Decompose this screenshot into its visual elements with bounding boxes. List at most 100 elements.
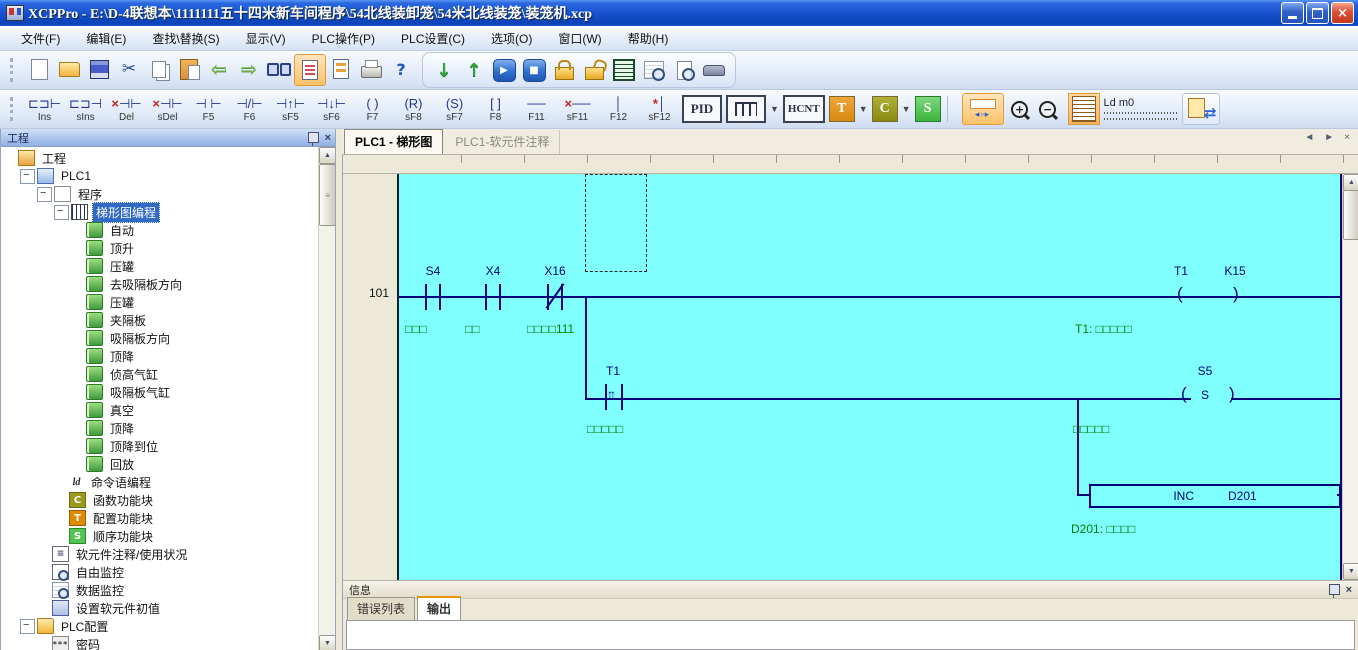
copy-icon[interactable]: [144, 54, 174, 84]
coil-s5-set[interactable]: (: [1181, 381, 1187, 407]
expand-toggle[interactable]: [20, 169, 35, 184]
tree-item[interactable]: 工程: [1, 149, 319, 167]
tree-item[interactable]: T 配置功能块: [1, 509, 319, 527]
tree-item[interactable]: 顶升: [1, 239, 319, 257]
maximize-button[interactable]: [1306, 2, 1329, 24]
instruction-fkey-button[interactable]: ⊣/⊢ F6: [229, 92, 270, 126]
scroll-thumb[interactable]: ≡: [319, 164, 335, 226]
counter-instruction-button[interactable]: C: [872, 96, 898, 122]
tree-item[interactable]: 自由监控: [1, 563, 319, 581]
instruction-fkey-button[interactable]: ×── sF11: [557, 92, 598, 126]
menu-item[interactable]: PLC设置(C): [388, 27, 478, 50]
tab-close-icon[interactable]: ×: [1344, 132, 1350, 143]
minimize-button[interactable]: [1281, 2, 1304, 24]
comment-display-button[interactable]: Ld m0: [1104, 94, 1178, 124]
menu-item[interactable]: 窗口(W): [545, 27, 614, 50]
editor-tab[interactable]: PLC1 - 梯形图: [344, 129, 443, 154]
scroll-down-icon[interactable]: ▼: [319, 635, 335, 650]
instruction-fkey-button[interactable]: ( ) F7: [352, 92, 393, 126]
scroll-up-icon[interactable]: ▲: [1343, 174, 1358, 191]
ladder-view-icon[interactable]: [294, 54, 326, 86]
tree-item[interactable]: 夹隔板: [1, 311, 319, 329]
menu-item[interactable]: 选项(O): [478, 27, 545, 50]
instruction-fkey-button[interactable]: *│ sF12: [639, 92, 680, 126]
hcnt-instruction-button[interactable]: HCNT: [783, 95, 825, 123]
upload-from-plc-icon[interactable]: ↑: [459, 55, 489, 85]
tree-item[interactable]: 压罐: [1, 257, 319, 275]
zoom-out-button[interactable]: −: [1034, 95, 1062, 123]
menu-item[interactable]: 帮助(H): [615, 27, 682, 50]
back-icon[interactable]: ⇦: [204, 54, 234, 84]
tree-item[interactable]: 顶降: [1, 419, 319, 437]
instruction-list-view-icon[interactable]: [326, 54, 356, 84]
pin-icon[interactable]: [308, 132, 319, 143]
menu-item[interactable]: 显示(V): [233, 27, 299, 50]
menu-item[interactable]: PLC操作(P): [299, 27, 388, 50]
dropdown-arrow-icon[interactable]: ▼: [770, 104, 779, 114]
forward-icon[interactable]: ⇨: [234, 54, 264, 84]
convert-view-button[interactable]: ⇄: [1182, 93, 1220, 125]
lock-icon[interactable]: [549, 55, 579, 85]
pulse-instruction-button[interactable]: [726, 95, 766, 123]
instruction-fkey-button[interactable]: ×⊣⊢ Del: [106, 92, 147, 126]
contact-s4[interactable]: [425, 284, 427, 310]
pin-icon[interactable]: [1329, 584, 1340, 595]
scroll-down-icon[interactable]: ▼: [1343, 563, 1358, 580]
tree-item[interactable]: S 顺序功能块: [1, 527, 319, 545]
instruction-fkey-button[interactable]: ── F11: [516, 92, 557, 126]
instruction-fkey-button[interactable]: ⊏⊐⊢ Ins: [24, 92, 65, 126]
edit-cursor[interactable]: [585, 174, 647, 272]
contact-x4[interactable]: [485, 284, 487, 310]
coil-t1[interactable]: (: [1177, 281, 1183, 307]
unlock-icon[interactable]: [579, 55, 609, 85]
toolbar-drag-handle[interactable]: [10, 58, 16, 82]
instruction-fkey-button[interactable]: ⊣↑⊢ sF5: [270, 92, 311, 126]
scroll-up-icon[interactable]: ▲: [319, 147, 335, 164]
menu-item[interactable]: 查找\替换(S): [139, 27, 232, 50]
tab-next-icon[interactable]: ►: [1324, 132, 1334, 143]
tree-item[interactable]: 吸隔板气缸: [1, 383, 319, 401]
tree-item[interactable]: PLC1: [1, 167, 319, 185]
dropdown-arrow-icon[interactable]: ▼: [859, 104, 868, 114]
stop-plc-icon[interactable]: ■: [519, 55, 549, 85]
free-monitor-icon[interactable]: [669, 55, 699, 85]
scroll-thumb[interactable]: [1343, 190, 1358, 240]
tree-item[interactable]: 梯形图编程: [1, 203, 319, 221]
ladder-overview-button[interactable]: [1068, 93, 1100, 125]
zoom-in-button[interactable]: +: [1006, 95, 1034, 123]
tree-item[interactable]: *** 密码: [1, 635, 319, 650]
tree-scrollbar[interactable]: ▲ ≡ ▼: [318, 147, 335, 650]
cut-icon[interactable]: ✂: [114, 54, 144, 84]
instruction-fkey-button[interactable]: (S) sF7: [434, 92, 475, 126]
tree-item[interactable]: 回放: [1, 455, 319, 473]
instruction-fkey-button[interactable]: │ F12: [598, 92, 639, 126]
tree-item[interactable]: ld 命令语编程: [1, 473, 319, 491]
tree-item[interactable]: 程序: [1, 185, 319, 203]
info-tab[interactable]: 输出: [417, 596, 461, 620]
expand-toggle[interactable]: [37, 187, 52, 202]
tree-item[interactable]: 设置软元件初值: [1, 599, 319, 617]
instruction-fkey-button[interactable]: [ ] F8: [475, 92, 516, 126]
pid-instruction-button[interactable]: PID: [682, 95, 722, 123]
ladder-monitor-icon[interactable]: [609, 55, 639, 85]
print-icon[interactable]: [356, 54, 386, 84]
data-monitor-icon[interactable]: [639, 55, 669, 85]
dropdown-arrow-icon[interactable]: ▼: [902, 104, 911, 114]
tree-item[interactable]: 顶降: [1, 347, 319, 365]
menu-item[interactable]: 编辑(E): [73, 27, 139, 50]
tree-item[interactable]: 真空: [1, 401, 319, 419]
expand-toggle[interactable]: [20, 619, 35, 634]
ladder-canvas[interactable]: S4 X4 X16 T1 K15: [399, 174, 1342, 580]
pan-tool-button[interactable]: ◂▫▸: [962, 93, 1004, 125]
timer-instruction-button[interactable]: T: [829, 96, 855, 122]
download-to-plc-icon[interactable]: ↓: [429, 55, 459, 85]
panel-close-icon[interactable]: ×: [325, 132, 331, 144]
open-file-icon[interactable]: [54, 54, 84, 84]
find-icon[interactable]: [264, 54, 294, 84]
tree-item[interactable]: PLC配置: [1, 617, 319, 635]
tree-item[interactable]: 数据监控: [1, 581, 319, 599]
tree-item[interactable]: 去吸隔板方向: [1, 275, 319, 293]
run-plc-icon[interactable]: ▶: [489, 55, 519, 85]
tree-item[interactable]: 侦高气缸: [1, 365, 319, 383]
tree-item[interactable]: 压罐: [1, 293, 319, 311]
